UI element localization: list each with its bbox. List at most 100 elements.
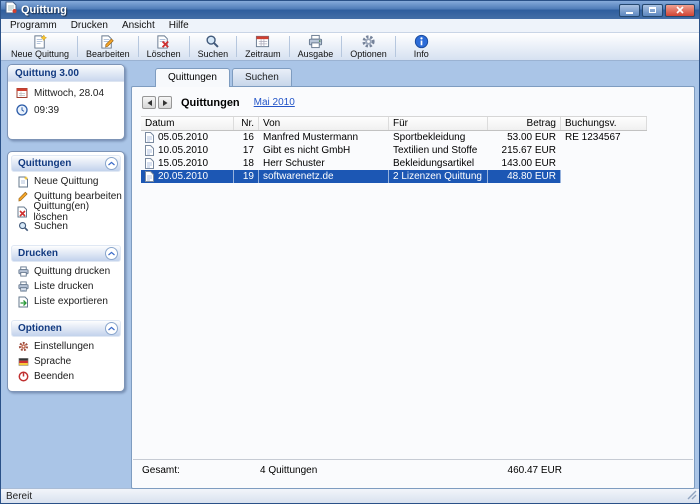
task-label: Beenden bbox=[34, 371, 74, 382]
menu-hilfe[interactable]: Hilfe bbox=[162, 19, 196, 32]
toolbar-separator bbox=[138, 36, 139, 57]
next-month-button[interactable] bbox=[158, 96, 172, 109]
clock-icon bbox=[16, 104, 28, 116]
table-row-selected[interactable]: 20.05.2010 19 softwarenetz.de 2 Lizenzen… bbox=[141, 170, 647, 183]
minimize-icon bbox=[626, 12, 633, 14]
menu-drucken[interactable]: Drucken bbox=[64, 19, 115, 32]
toolbar-button-label: Info bbox=[414, 49, 429, 59]
task-liste-exportieren[interactable]: Liste exportieren bbox=[8, 294, 124, 309]
toolbar-button-label: Bearbeiten bbox=[86, 49, 130, 59]
table-footer: Gesamt: 4 Quittungen 460.47 EUR bbox=[133, 459, 693, 476]
toolbar-separator bbox=[236, 36, 237, 57]
task-label: Sprache bbox=[34, 356, 71, 367]
toolbar-suchen-button[interactable]: Suchen bbox=[191, 33, 236, 60]
arrow-right-icon bbox=[162, 99, 169, 107]
printer-list-icon bbox=[18, 281, 29, 292]
column-header-fuer[interactable]: Für bbox=[389, 117, 488, 130]
table-header-row: Datum Nr. Von Für Betrag Buchungsv. bbox=[141, 116, 647, 131]
collapse-button[interactable] bbox=[105, 247, 118, 260]
maximize-button[interactable] bbox=[642, 4, 663, 17]
printer-icon bbox=[308, 34, 323, 49]
arrow-left-icon bbox=[146, 99, 153, 107]
tab-quittungen[interactable]: Quittungen bbox=[155, 68, 230, 87]
toolbar-ausgabe-button[interactable]: Ausgabe bbox=[291, 33, 341, 60]
appinfo-time: 09:39 bbox=[34, 105, 59, 116]
receipt-doc-icon bbox=[145, 171, 154, 182]
main-panel: Quittungen Mai 2010 Datum Nr. Von Für Be… bbox=[131, 86, 695, 489]
task-label: Neue Quittung bbox=[34, 176, 99, 187]
section-title: Drucken bbox=[18, 248, 58, 259]
tab-suchen[interactable]: Suchen bbox=[232, 68, 292, 86]
calendar-icon bbox=[255, 34, 270, 49]
toolbar-info-button[interactable]: Info bbox=[407, 33, 436, 60]
export-icon bbox=[18, 296, 29, 308]
close-button[interactable] bbox=[665, 4, 695, 17]
section-header-optionen[interactable]: Optionen bbox=[11, 320, 121, 337]
task-neue-quittung[interactable]: Neue Quittung bbox=[8, 174, 124, 189]
toolbar-separator bbox=[395, 36, 396, 57]
toolbar-separator bbox=[341, 36, 342, 57]
column-header-betrag[interactable]: Betrag bbox=[488, 117, 561, 130]
task-liste-drucken[interactable]: Liste drucken bbox=[8, 279, 124, 294]
edit-icon bbox=[100, 34, 115, 49]
toolbar-button-label: Optionen bbox=[350, 49, 387, 59]
table-row[interactable]: 15.05.2010 18 Herr Schuster Bekleidungsa… bbox=[141, 157, 647, 170]
list-title: Quittungen bbox=[181, 97, 240, 109]
column-header-datum[interactable]: Datum bbox=[141, 117, 234, 130]
language-flag-icon bbox=[18, 357, 29, 367]
toolbar-neue-quittung-button[interactable]: Neue Quittung bbox=[4, 33, 76, 60]
receipt-doc-icon bbox=[145, 145, 154, 156]
column-header-buchungsv[interactable]: Buchungsv. bbox=[561, 117, 647, 130]
appinfo-title: Quittung 3.00 bbox=[8, 65, 124, 82]
menu-programm[interactable]: Programm bbox=[3, 19, 64, 32]
new-receipt-icon bbox=[33, 34, 48, 49]
toolbar-separator bbox=[189, 36, 190, 57]
chevron-up-icon bbox=[107, 249, 116, 258]
section-header-drucken[interactable]: Drucken bbox=[11, 245, 121, 262]
nav-row: Quittungen Mai 2010 bbox=[132, 87, 694, 116]
toolbar-loeschen-button[interactable]: Löschen bbox=[140, 33, 188, 60]
tab-bar: Quittungen Suchen bbox=[155, 68, 294, 87]
toolbar-separator bbox=[289, 36, 290, 57]
toolbar-separator bbox=[77, 36, 78, 57]
toolbar-bearbeiten-button[interactable]: Bearbeiten bbox=[79, 33, 137, 60]
task-quittung-loeschen[interactable]: Quittung(en) löschen bbox=[8, 204, 124, 219]
task-quittung-drucken[interactable]: Quittung drucken bbox=[8, 264, 124, 279]
appinfo-time-row: 09:39 bbox=[8, 99, 124, 116]
menubar: Programm Drucken Ansicht Hilfe bbox=[1, 19, 699, 33]
toolbar-optionen-button[interactable]: Optionen bbox=[343, 33, 394, 60]
close-icon bbox=[676, 6, 684, 14]
task-sprache[interactable]: Sprache bbox=[8, 354, 124, 369]
footer-total-amount: 460.47 EUR bbox=[489, 465, 562, 476]
menu-ansicht[interactable]: Ansicht bbox=[115, 19, 162, 32]
chevron-up-icon bbox=[107, 324, 116, 333]
toolbar-button-label: Zeitraum bbox=[245, 49, 281, 59]
collapse-button[interactable] bbox=[105, 322, 118, 335]
toolbar-zeitraum-button[interactable]: Zeitraum bbox=[238, 33, 288, 60]
section-title: Optionen bbox=[18, 323, 62, 334]
toolbar-button-label: Ausgabe bbox=[298, 49, 334, 59]
task-einstellungen[interactable]: Einstellungen bbox=[8, 339, 124, 354]
task-label: Suchen bbox=[34, 221, 68, 232]
search-icon bbox=[18, 221, 29, 232]
section-header-quittungen[interactable]: Quittungen bbox=[11, 155, 121, 172]
resize-grip[interactable] bbox=[687, 490, 697, 503]
collapse-button[interactable] bbox=[105, 157, 118, 170]
info-icon bbox=[414, 34, 429, 49]
maximize-icon bbox=[649, 7, 656, 13]
period-link[interactable]: Mai 2010 bbox=[254, 97, 295, 108]
previous-month-button[interactable] bbox=[142, 96, 156, 109]
appinfo-date: Mittwoch, 28.04 bbox=[34, 88, 104, 99]
sidebar-task-panel: Quittungen Neue Quittung Quittung bearbe… bbox=[7, 151, 125, 392]
table-row[interactable]: 10.05.2010 17 Gibt es nicht GmbH Textili… bbox=[141, 144, 647, 157]
receipt-table: Datum Nr. Von Für Betrag Buchungsv. 05.0… bbox=[141, 116, 647, 183]
column-header-von[interactable]: Von bbox=[259, 117, 389, 130]
task-beenden[interactable]: Beenden bbox=[8, 369, 124, 384]
calendar-icon bbox=[16, 87, 28, 99]
table-row[interactable]: 05.05.2010 16 Manfred Mustermann Sportbe… bbox=[141, 131, 647, 144]
column-header-nr[interactable]: Nr. bbox=[234, 117, 259, 130]
task-label: Liste drucken bbox=[34, 281, 93, 292]
task-label: Quittung drucken bbox=[34, 266, 110, 277]
minimize-button[interactable] bbox=[619, 4, 640, 17]
appinfo-date-row: Mittwoch, 28.04 bbox=[8, 82, 124, 99]
